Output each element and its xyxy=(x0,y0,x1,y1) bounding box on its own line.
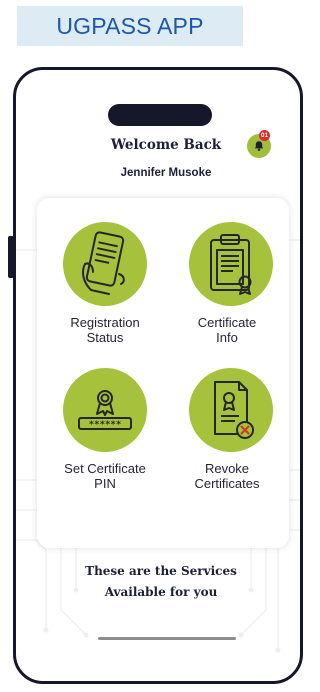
app-title-banner: UGPASS APP xyxy=(17,6,243,46)
bell-icon xyxy=(254,141,264,151)
phone-notch xyxy=(108,104,212,126)
revoke-certificates-tile[interactable]: Revoke Certificates xyxy=(167,368,287,498)
phone-document-icon xyxy=(63,222,147,306)
user-name: Jennifer Musoke xyxy=(120,167,212,179)
set-certificate-pin-tile[interactable]: ****** Set Certificate PIN xyxy=(45,368,165,498)
revoke-certificates-label: Revoke Certificates xyxy=(194,461,260,491)
phone-frame: Welcome Back Jennifer Musoke 01 Registra… xyxy=(13,67,303,684)
certificate-info-label: Certificate Info xyxy=(197,315,257,345)
registration-status-tile[interactable]: Registration Status xyxy=(45,222,165,352)
app-title: UGPASS APP xyxy=(56,12,204,39)
welcome-heading: Welcome Back xyxy=(110,137,222,153)
services-caption: These are the Services Available for you xyxy=(85,564,237,599)
certificate-info-tile[interactable]: Certificate Info xyxy=(167,222,287,352)
services-card: Registration Status Certificate Info ***… xyxy=(37,198,289,548)
svg-text:******: ****** xyxy=(89,420,122,430)
clipboard-certificate-icon xyxy=(189,222,273,306)
certificate-pin-icon: ****** xyxy=(63,368,147,452)
notification-button[interactable]: 01 xyxy=(247,130,271,158)
set-certificate-pin-label: Set Certificate PIN xyxy=(64,461,146,491)
revoke-certificate-icon xyxy=(189,368,273,452)
home-indicator xyxy=(98,637,236,640)
notification-badge: 01 xyxy=(259,130,270,141)
registration-status-label: Registration Status xyxy=(70,315,140,345)
